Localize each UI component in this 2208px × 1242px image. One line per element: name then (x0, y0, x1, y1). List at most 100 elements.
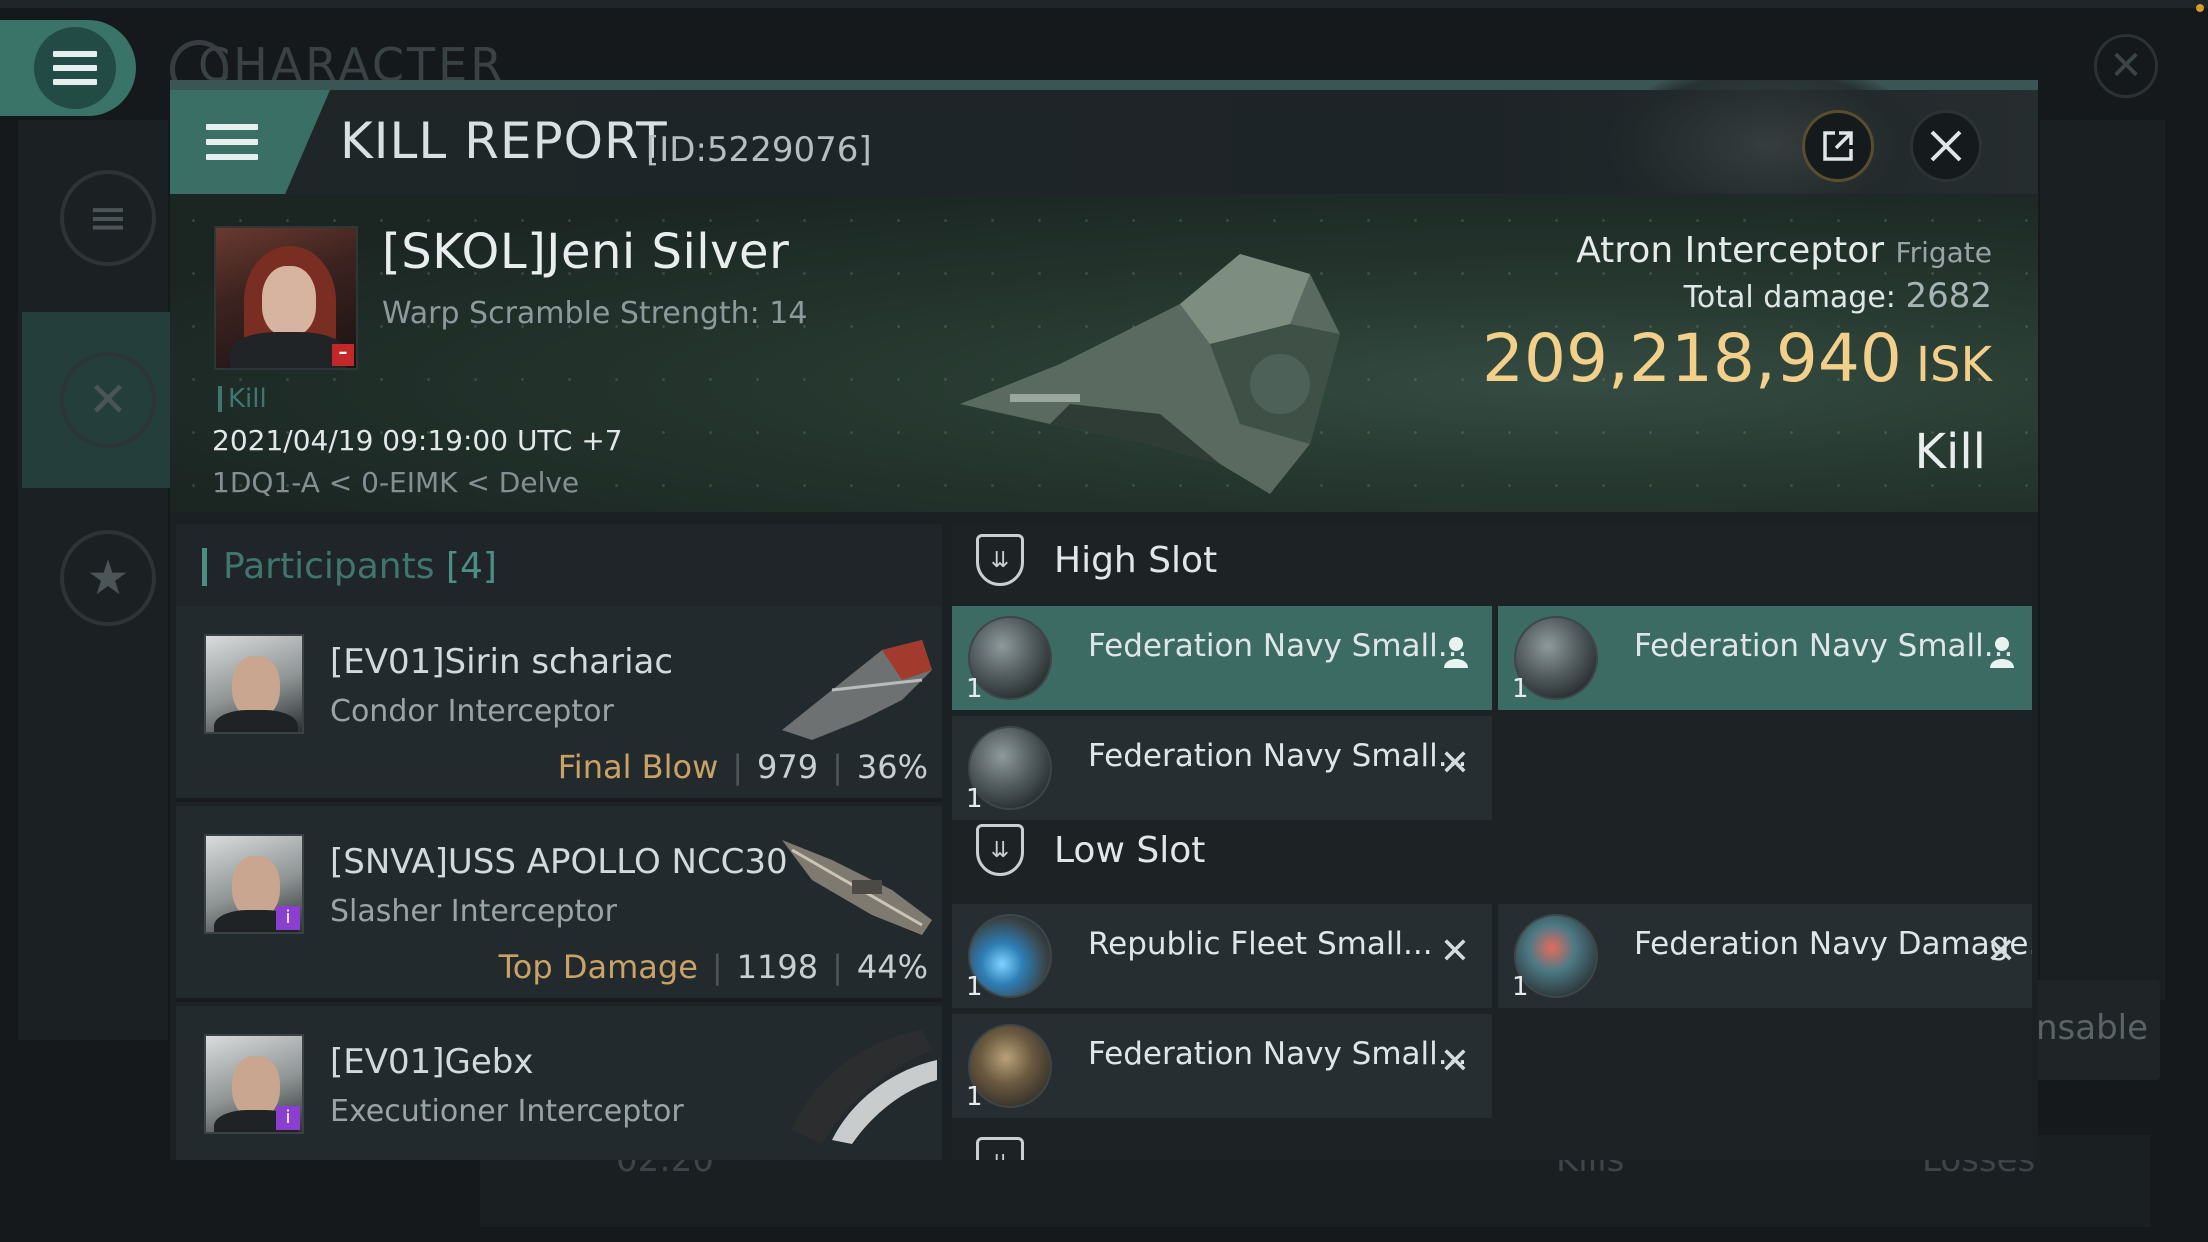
main-menu-button[interactable] (0, 20, 136, 116)
module-name: Republic Fleet Small... (1088, 926, 1433, 962)
module-quantity: 1 (966, 1082, 983, 1112)
participant-damage: 979 (757, 748, 819, 786)
dropped-person-icon (1988, 636, 2016, 675)
result-label: Kill (1914, 424, 1986, 480)
background-close-button[interactable]: ✕ (2094, 34, 2158, 98)
participant-stats: Final Blow | 979 | 36% (558, 748, 928, 786)
negative-standing-icon: – (332, 344, 354, 366)
participant-ship: Condor Interceptor (330, 694, 614, 729)
modal-header: KILL REPORT [ID:5229076] (170, 80, 2038, 230)
module-name: Federation Navy Small... (1088, 628, 1468, 664)
list-menu-icon (206, 124, 258, 160)
participant-name[interactable]: [EV01]Sirin schariac (330, 642, 673, 682)
kill-location[interactable]: 1DQ1-A < 0-EIMK < Delve (212, 466, 579, 499)
participant-name[interactable]: [EV01]Gebx (330, 1042, 534, 1082)
close-icon (1930, 130, 1962, 162)
module-item[interactable]: 1 Federation Navy Damage... ✕ (1498, 904, 2032, 1008)
kill-datetime: 2021/04/19 09:19:00 UTC +7 (212, 424, 623, 457)
stats-divider: | (711, 948, 723, 986)
total-damage: Total damage: 2682 (1684, 276, 1992, 316)
participant-damage: 1198 (736, 948, 819, 986)
low-slot-header: ⇊ Low Slot (952, 786, 1492, 886)
isk-value: 209,218,940 ISK (1482, 320, 1992, 397)
participants-count: [4] (445, 546, 497, 587)
participant-row[interactable]: i [SNVA]USS APOLLO NCC30 Slasher Interce… (176, 806, 942, 1002)
participant-row[interactable]: i [EV01]Gebx Executioner Interceptor (176, 1006, 942, 1160)
destroyed-x-icon: ✕ (1439, 931, 1470, 972)
mid-slot-header-partial: ⇊ (952, 1128, 1492, 1160)
dropped-person-icon (1442, 636, 1470, 675)
participant-name[interactable]: [SNVA]USS APOLLO NCC30 (330, 842, 788, 882)
crossed-swords-icon[interactable]: ✕ (60, 352, 156, 448)
victim-portrait[interactable]: – (214, 226, 358, 370)
list-icon[interactable]: ≡ (60, 170, 156, 266)
participant-row[interactable]: [EV01]Sirin schariac Condor Interceptor … (176, 606, 942, 802)
participant-ship-image (782, 640, 932, 740)
corp-badge-icon: i (276, 1106, 300, 1130)
total-damage-value: 2682 (1905, 276, 1992, 316)
external-link-icon (1823, 131, 1853, 161)
notification-dot (2196, 4, 2204, 12)
low-slot-label: Low Slot (1054, 829, 1206, 871)
high-slot-icon: ⇊ (976, 534, 1024, 586)
stats-divider: | (832, 948, 843, 986)
mid-slot-icon: ⇊ (976, 1137, 1024, 1160)
module-name: Federation Navy Damage... (1634, 926, 2032, 962)
corp-badge-icon: i (276, 906, 300, 930)
star-icon[interactable]: ★ (60, 530, 156, 626)
ship-type[interactable]: Atron Interceptor (1576, 230, 1884, 271)
participants-header: Participants [4] (176, 524, 942, 606)
background-right-panel (2040, 120, 2165, 1000)
stats-divider: | (732, 748, 744, 786)
participant-ship-image (782, 840, 932, 935)
modal-menu-button[interactable] (170, 90, 330, 194)
module-item[interactable]: 1 Federation Navy Small... (952, 606, 1492, 710)
module-quantity: 1 (966, 972, 983, 1002)
participants-panel: Participants [4] [EV01]Sirin schariac Co… (176, 524, 942, 1160)
isk-amount: 209,218,940 (1482, 320, 1902, 397)
victim-ship-name: Atron Interceptor Frigate (1576, 230, 1992, 271)
top-status-line (0, 0, 2208, 8)
participant-avatar[interactable]: i (204, 1034, 304, 1134)
participant-ship: Slasher Interceptor (330, 894, 617, 929)
victim-ship-image[interactable] (910, 214, 1470, 504)
share-button[interactable] (1802, 110, 1874, 182)
module-name: Federation Navy Small... (1634, 628, 2014, 664)
isk-unit: ISK (1915, 337, 1992, 393)
participant-avatar[interactable]: i (204, 834, 304, 934)
victim-summary: – [SKOL]Jeni Silver Warp Scramble Streng… (170, 194, 2038, 512)
module-name: Federation Navy Small... (1088, 738, 1468, 774)
high-slot-header: ⇊ High Slot (952, 524, 1492, 596)
victim-subtitle: Warp Scramble Strength: 14 (382, 296, 808, 331)
destroyed-x-icon: ✕ (1439, 1041, 1470, 1082)
kill-report-modal: KILL REPORT [ID:5229076] – [SKOL]Jeni Si… (170, 80, 2038, 1160)
top-damage-tag: Top Damage (498, 948, 698, 986)
module-quantity: 1 (1512, 674, 1529, 704)
close-button[interactable] (1910, 110, 1982, 182)
hamburger-icon (53, 51, 97, 85)
kill-tag: Kill (218, 386, 267, 412)
participant-avatar[interactable] (204, 634, 304, 734)
module-quantity: 1 (966, 674, 983, 704)
participants-title-label: Participants (223, 546, 435, 587)
total-damage-label: Total damage: (1683, 280, 1896, 315)
module-item[interactable]: 1 Federation Navy Small... (1498, 606, 2032, 710)
fitting-panel: ⇊ High Slot 1 Federation Navy Small... 1… (952, 524, 2032, 1160)
module-quantity: 1 (1512, 972, 1529, 1002)
kill-report-id: [ID:5229076] (646, 130, 872, 170)
module-name: Federation Navy Small... (1088, 1036, 1468, 1072)
destroyed-x-icon: ✕ (1439, 743, 1470, 784)
victim-name[interactable]: [SKOL]Jeni Silver (382, 224, 789, 280)
module-item[interactable]: 1 Federation Navy Small... ✕ (952, 1014, 1492, 1118)
stats-divider: | (832, 748, 843, 786)
destroyed-x-icon: ✕ (1985, 931, 2016, 972)
participant-ship-image (792, 1030, 937, 1144)
page-title: KILL REPORT (340, 112, 668, 170)
participant-percent: 36% (856, 748, 928, 786)
module-item[interactable]: 1 Republic Fleet Small... ✕ (952, 904, 1492, 1008)
participant-percent: 44% (856, 948, 928, 986)
participant-stats: Top Damage | 1198 | 44% (499, 948, 928, 986)
participant-ship: Executioner Interceptor (330, 1094, 684, 1129)
ship-class: Frigate (1895, 236, 1993, 269)
low-slot-icon: ⇊ (976, 824, 1024, 876)
